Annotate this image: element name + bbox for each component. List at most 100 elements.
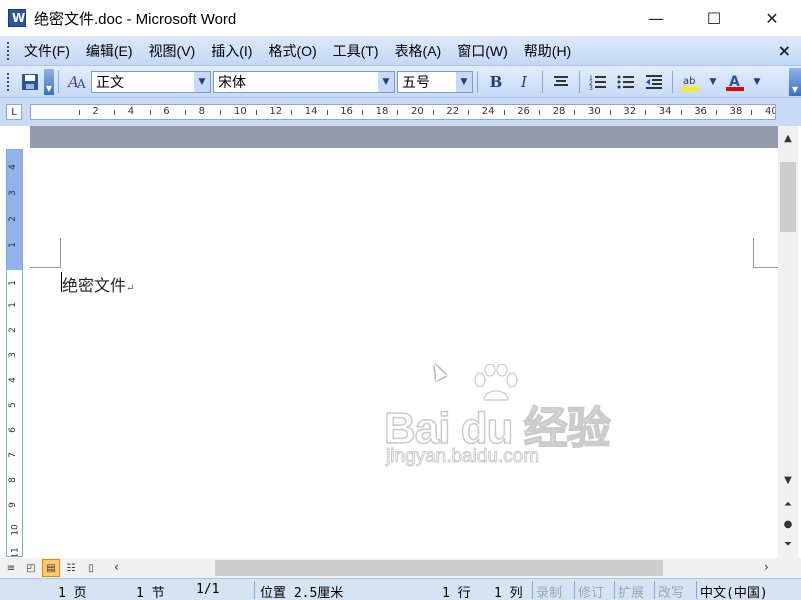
status-column: 1 列 [494, 586, 523, 600]
font-size-dropdown[interactable]: 五号 ▼ [397, 70, 473, 93]
toolbar-overflow-button[interactable]: ▼ [44, 68, 54, 95]
close-button[interactable]: ✕ [743, 0, 801, 36]
scroll-up-icon[interactable]: ▲ [778, 130, 798, 146]
highlight-icon[interactable]: ab [679, 70, 703, 94]
ruler-number: 12 [269, 106, 283, 117]
svg-text:3: 3 [589, 85, 593, 90]
vertical-ruler-number: 4 [7, 377, 18, 383]
menu-tools[interactable]: 工具(T) [325, 38, 387, 64]
style-value: 正文 [96, 74, 124, 91]
word-app-icon[interactable] [8, 9, 26, 27]
status-section: 1 节 [136, 586, 165, 600]
ruler-number: 4 [127, 106, 135, 117]
document-area[interactable]: 绝密文件↵ [30, 126, 778, 558]
scroll-down-icon[interactable]: ▼ [778, 472, 798, 488]
vertical-ruler-number: 2 [7, 327, 18, 333]
formatting-toolbar: ▼ AA 正文 ▼ 宋体 ▼ 五号 ▼ B I 123 ab ▼ A ▼ ▼ [0, 66, 801, 98]
ruler-number: 22 [446, 106, 460, 117]
vertical-ruler-number: 3 [7, 190, 18, 196]
horizontal-scrollbar[interactable] [130, 560, 760, 576]
toolbar-separator [579, 70, 580, 93]
vertical-ruler-number: 4 [7, 164, 18, 170]
chevron-down-icon[interactable]: ▼ [456, 71, 472, 92]
menu-edit[interactable]: 编辑(E) [78, 38, 141, 64]
scroll-left-icon[interactable]: ‹ [114, 560, 119, 574]
toolbar-overflow-button[interactable]: ▼ [789, 67, 801, 96]
vertical-ruler[interactable]: 4 3 2 1 1 1 2 3 4 5 6 7 8 9 10 11 [6, 149, 23, 557]
ruler-tick [680, 110, 682, 115]
chevron-down-icon[interactable]: ▼ [751, 70, 763, 94]
ruler-number: 34 [658, 106, 672, 117]
menu-file[interactable]: 文件(F) [16, 38, 78, 64]
menu-table[interactable]: 表格(A) [387, 38, 450, 64]
save-icon[interactable] [18, 70, 42, 94]
print-layout-view-icon[interactable]: ▤ [42, 559, 60, 577]
vertical-scroll-thumb[interactable] [780, 162, 796, 232]
status-separator [696, 581, 697, 599]
ruler-number: 20 [411, 106, 424, 117]
ruler-tick [432, 110, 434, 115]
numbered-list-icon[interactable]: 123 [586, 70, 610, 94]
chevron-down-icon[interactable]: ▼ [194, 71, 210, 92]
menu-view[interactable]: 视图(V) [141, 38, 204, 64]
style-dropdown[interactable]: 正文 ▼ [91, 70, 211, 93]
status-page-count: 1/1 [196, 582, 220, 597]
ruler-tick [326, 110, 328, 115]
chevron-down-icon[interactable]: ▼ [378, 71, 394, 92]
menu-format[interactable]: 格式(O) [260, 38, 324, 64]
minimize-button[interactable]: — [627, 0, 685, 36]
previous-page-icon[interactable]: ⏶ [778, 496, 798, 512]
svg-text:A: A [76, 77, 86, 91]
ruler-number: 6 [163, 106, 170, 117]
vertical-ruler-number: 5 [7, 402, 18, 408]
ruler-tick [468, 110, 470, 115]
tab-selector[interactable]: L [6, 104, 22, 120]
styles-pane-icon[interactable]: AA [65, 70, 89, 94]
status-record[interactable]: 录制 [536, 582, 562, 600]
status-track-changes[interactable]: 修订 [578, 582, 604, 600]
scroll-right-icon[interactable]: › [764, 560, 769, 574]
status-position: 位置 2.5厘米 [260, 586, 344, 600]
select-browse-object-icon[interactable]: ● [778, 516, 798, 532]
horizontal-ruler[interactable]: 246810121416182022242628303234363840 [30, 104, 776, 120]
status-extend[interactable]: 扩展 [618, 582, 644, 600]
document-close-icon[interactable]: × [778, 41, 791, 60]
ruler-number: 30 [588, 106, 601, 117]
outline-view-icon[interactable]: ☷ [62, 559, 80, 577]
normal-view-icon[interactable]: ≡ [2, 559, 20, 577]
status-overtype[interactable]: 改写 [658, 582, 684, 600]
menu-help[interactable]: 帮助(H) [516, 38, 579, 64]
reading-layout-view-icon[interactable]: ▯ [82, 559, 100, 577]
ruler-tick [291, 110, 293, 115]
bullet-list-icon[interactable] [614, 70, 638, 94]
ruler-tick [220, 110, 222, 115]
vertical-ruler-number: 3 [7, 352, 18, 358]
align-center-icon[interactable] [549, 70, 573, 94]
toolbar-grip-handle[interactable] [6, 71, 10, 92]
ruler-tick [609, 110, 611, 115]
status-separator [654, 581, 655, 599]
vertical-ruler-number: 1 [7, 280, 18, 286]
decrease-indent-icon[interactable] [642, 70, 666, 94]
vertical-ruler-number: 9 [7, 502, 18, 508]
menu-window[interactable]: 窗口(W) [449, 38, 516, 64]
toolbar-separator [672, 70, 673, 93]
watermark-url: jingyan.baidu.com [385, 446, 540, 468]
web-layout-view-icon[interactable]: ◰ [22, 559, 40, 577]
chevron-down-icon[interactable]: ▼ [707, 70, 719, 94]
menu-grip-handle[interactable] [6, 40, 10, 61]
font-dropdown[interactable]: 宋体 ▼ [213, 70, 395, 93]
vertical-scrollbar[interactable]: ▲ ▼ ⏶ ● ⏷ [778, 126, 798, 558]
vertical-ruler-number: 8 [7, 477, 18, 483]
document-text[interactable]: 绝密文件↵ [62, 272, 134, 296]
font-color-icon[interactable]: A [723, 70, 747, 94]
menu-insert[interactable]: 插入(I) [203, 38, 260, 64]
next-page-icon[interactable]: ⏷ [778, 536, 798, 552]
bold-button[interactable]: B [484, 70, 508, 94]
maximize-button[interactable]: ☐ [685, 0, 743, 36]
ruler-tick [574, 110, 576, 115]
horizontal-scroll-thumb[interactable] [215, 560, 663, 576]
italic-button[interactable]: I [512, 70, 536, 94]
status-language[interactable]: 中文(中国) [700, 582, 768, 600]
status-page: 1 页 [58, 586, 87, 600]
